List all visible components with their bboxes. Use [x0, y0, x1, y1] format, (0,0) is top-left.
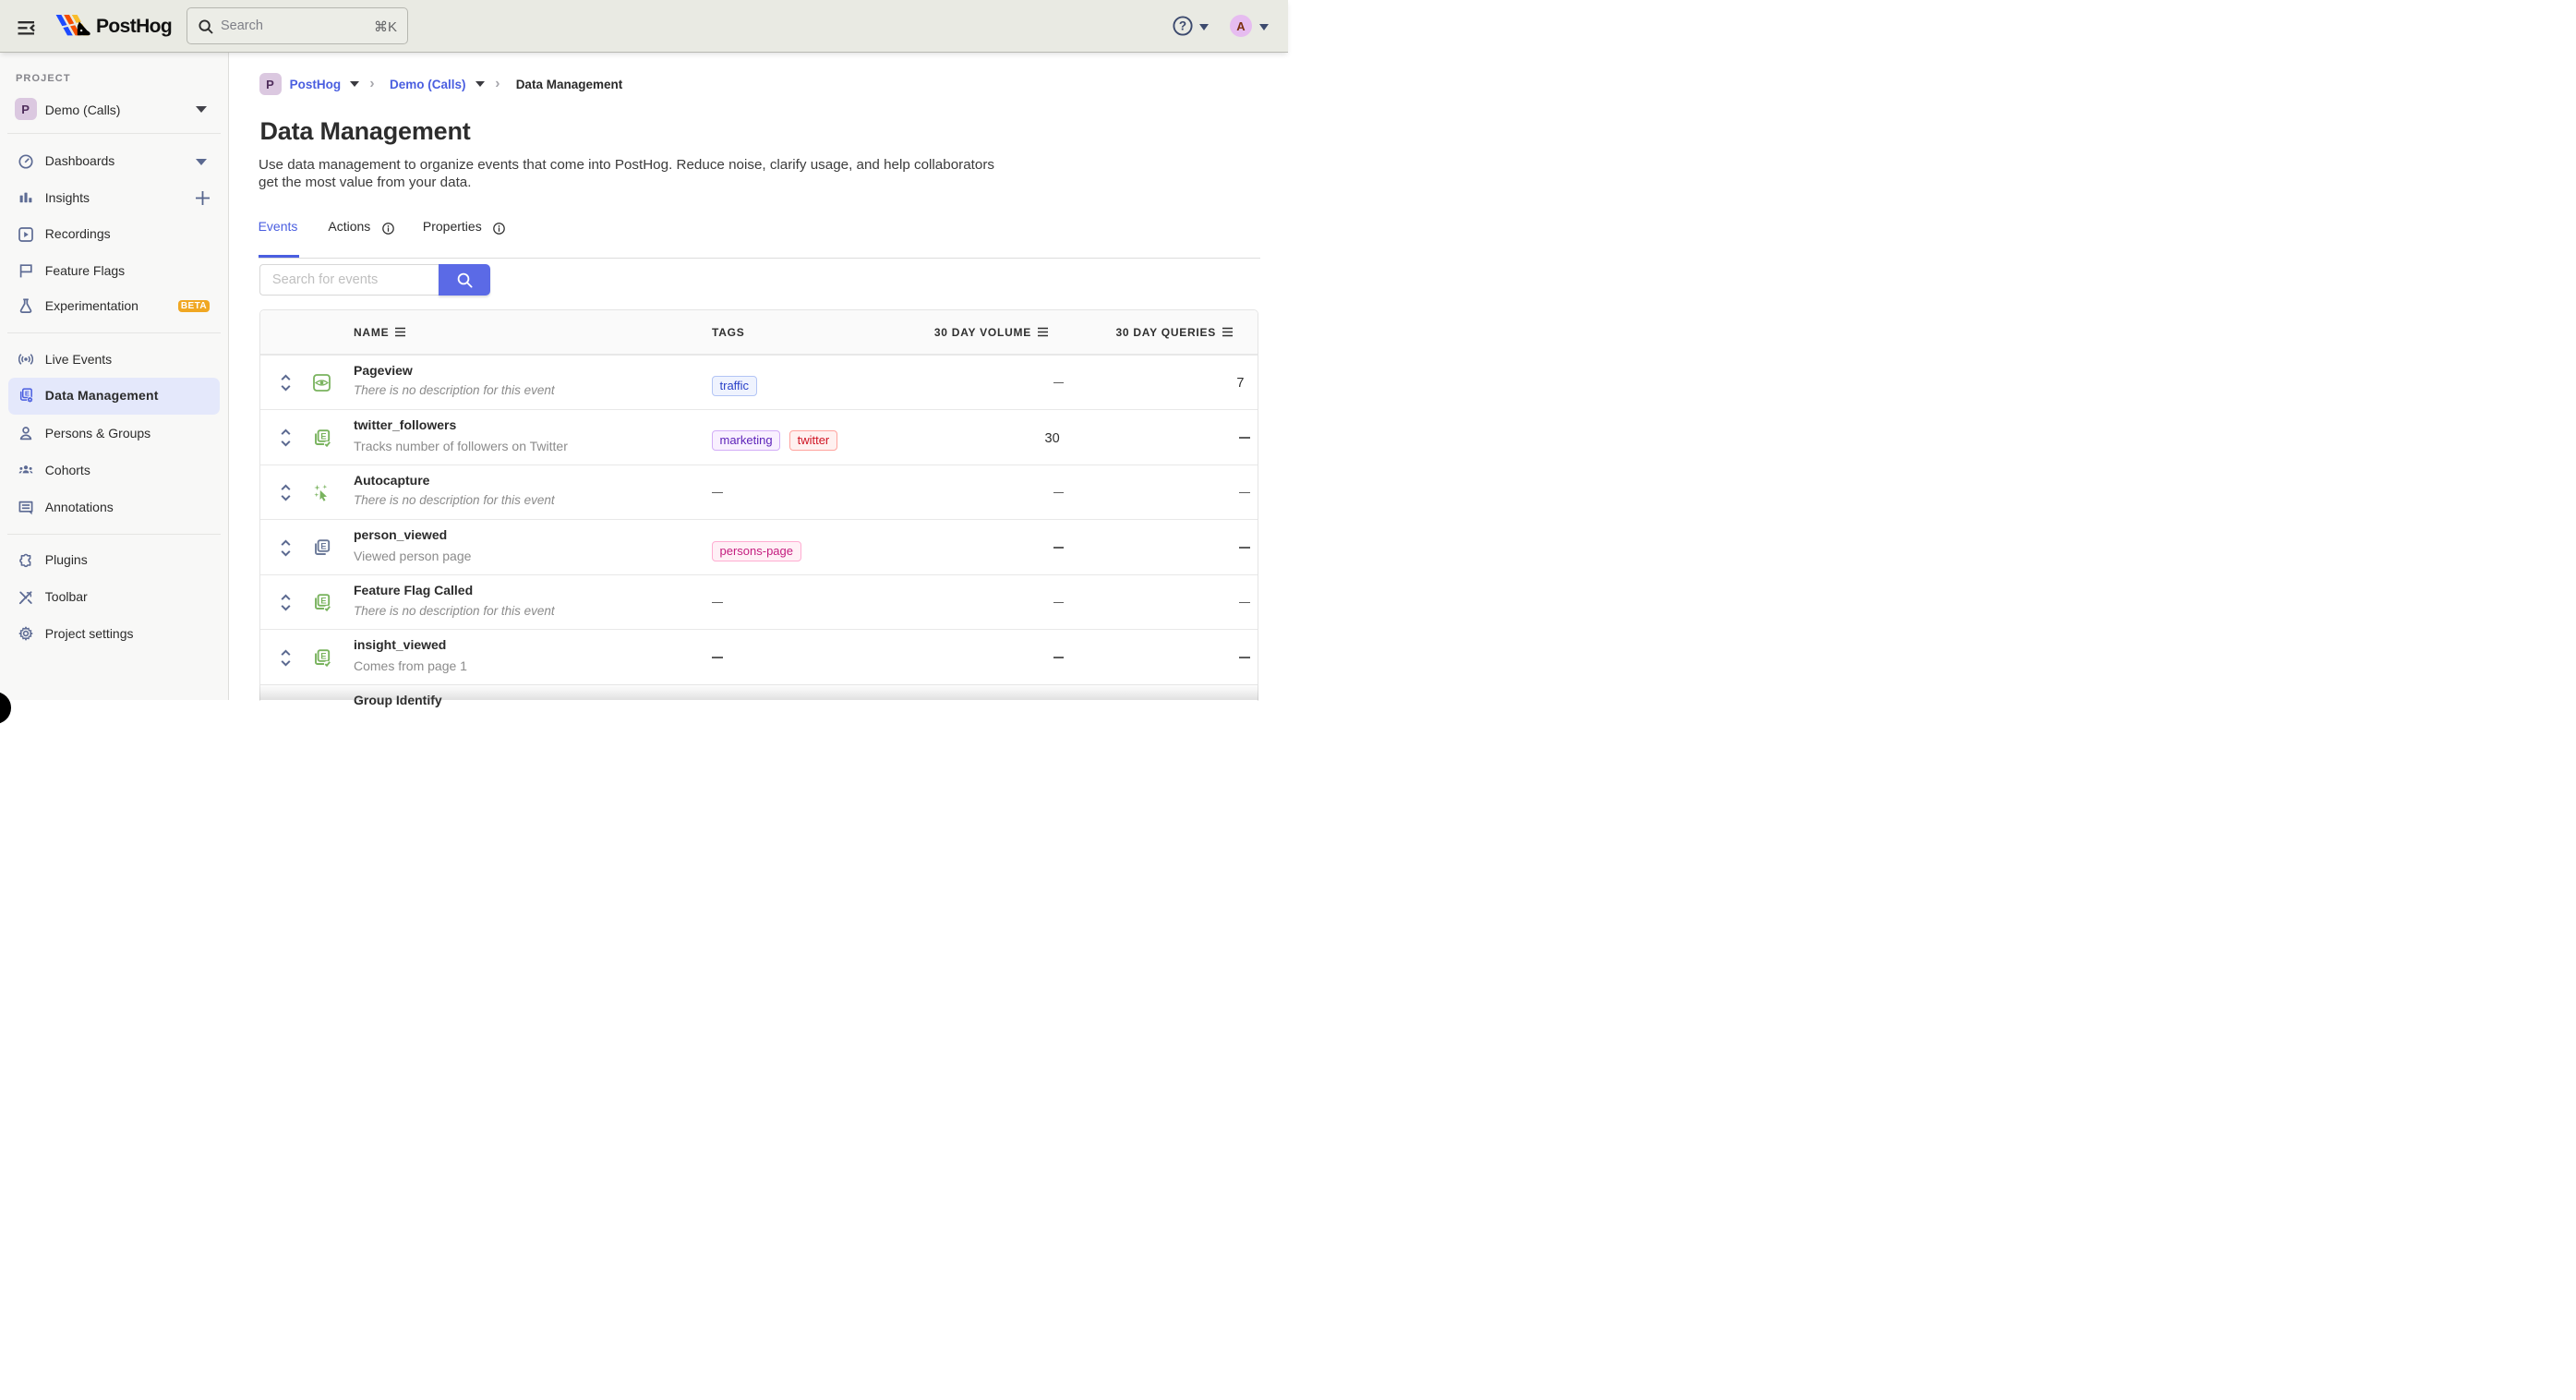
- svg-text:E: E: [320, 541, 326, 551]
- svg-text:E: E: [320, 431, 326, 441]
- svg-text:E: E: [25, 390, 30, 398]
- svg-text:?: ?: [1178, 18, 1186, 32]
- svg-text:E: E: [320, 652, 326, 662]
- svg-text:E: E: [320, 597, 326, 607]
